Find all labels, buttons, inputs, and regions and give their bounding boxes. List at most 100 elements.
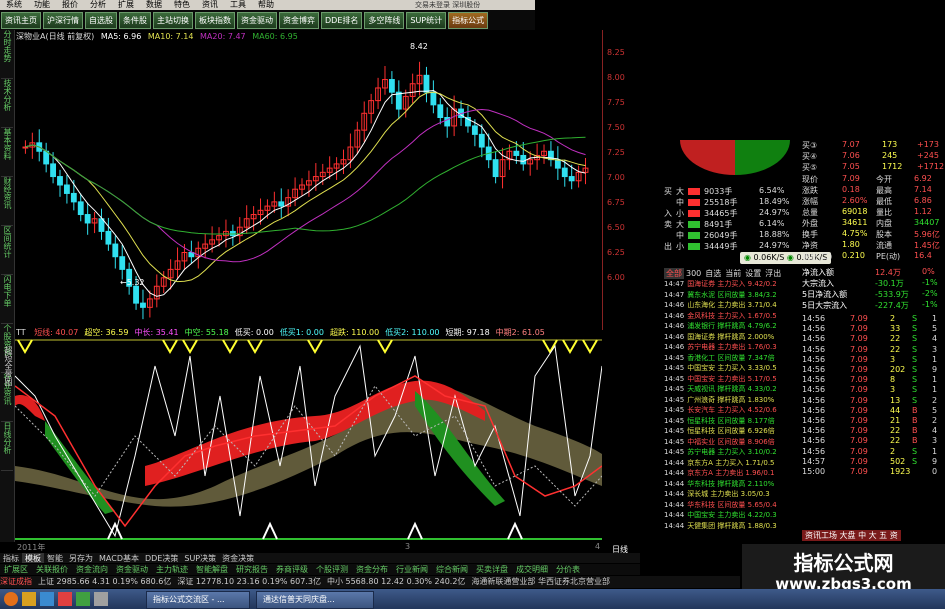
menu-item-4[interactable]: 扩展: [112, 0, 140, 10]
flow-pie-chart: [680, 140, 790, 175]
nav-tab-11[interactable]: 综合新闻: [432, 564, 472, 575]
indicator-chart[interactable]: [15, 336, 602, 542]
trade-time: 14:47: [664, 290, 685, 299]
candle-body: [70, 192, 77, 203]
tick-vol: 202: [890, 365, 906, 374]
trade-time: 14:46: [664, 332, 685, 341]
trade-text: 华东科技 区间放量 5.65/0.4: [687, 500, 777, 509]
misc-icon[interactable]: [94, 592, 108, 606]
toolbar-tab-11[interactable]: 指标公式: [448, 12, 489, 29]
toolbar-tab-7[interactable]: 资金博弈: [279, 12, 319, 29]
right-tab-3[interactable]: 当前: [723, 268, 743, 279]
left-tab-8[interactable]: 日线分析: [1, 422, 13, 471]
menu-item-1[interactable]: 功能: [28, 0, 56, 10]
nav-tab-14[interactable]: 分价表: [552, 564, 584, 575]
bottom-tab-6[interactable]: SUP决策: [181, 553, 219, 563]
nav-tab-6[interactable]: 研究报告: [232, 564, 272, 575]
bottom-tab-5[interactable]: DDE决策: [142, 553, 181, 563]
trade-text: 苏宁电器 主力买入 3.10/0.2: [687, 448, 777, 456]
left-tab-0[interactable]: 分时走势: [1, 30, 13, 79]
extension-nav-tabs: 扩展区 关联报价 资金流向 资金驱动 主力轨迹 智能解盘 研究报告 券商评级 个股评测 资金分布行…: [0, 564, 640, 575]
app-icon[interactable]: [58, 592, 72, 606]
bottom-tab-0[interactable]: 指标: [0, 553, 22, 563]
bottom-tab-2[interactable]: 智能: [44, 553, 66, 563]
browser-icon[interactable]: [40, 592, 54, 606]
nav-tab-3[interactable]: 资金驱动: [112, 564, 152, 575]
toolbar-tab-3[interactable]: 条件股: [119, 12, 151, 29]
chat-icon[interactable]: [76, 592, 90, 606]
big-order-side: 出: [664, 242, 672, 251]
big-order-pct: 18.49%: [759, 197, 790, 206]
toolbar-tab-6[interactable]: 资金驱动: [237, 12, 277, 29]
left-tab-2[interactable]: 基本资料: [1, 128, 13, 177]
right-tab-5[interactable]: 浮出: [763, 268, 783, 279]
nav-tab-5[interactable]: 智能解盘: [192, 564, 232, 575]
big-order-bar: [688, 210, 700, 217]
nav-tab-9[interactable]: 资金分布: [352, 564, 392, 575]
right-bottom-tabs[interactable]: 资讯工场 大盘 中 大 五 资: [802, 530, 901, 541]
nav-tab-1[interactable]: 关联报价: [32, 564, 72, 575]
menu-item-6[interactable]: 特色: [168, 0, 196, 10]
right-tab-0[interactable]: 全部: [664, 268, 684, 279]
quote-value-1: 2.60%: [842, 196, 868, 205]
toolbar-tab-9[interactable]: 多空阵线: [364, 12, 405, 29]
order-vol: 1712: [882, 162, 903, 171]
bottom-tab-7[interactable]: 资金决策: [219, 553, 257, 563]
trade-row: 14:44 京东方A 主力卖出 1.96/0.1: [664, 468, 800, 479]
start-icon[interactable]: [4, 592, 18, 606]
trade-time: 14:44: [664, 500, 685, 509]
folder-icon[interactable]: [22, 592, 36, 606]
tick-bs: S: [912, 456, 918, 466]
menu-item-2[interactable]: 报价: [56, 0, 84, 10]
toolbar-tab-2[interactable]: 自选股: [85, 12, 117, 29]
menu-item-9[interactable]: 帮助: [252, 0, 280, 10]
quote-value-2: 5.96亿: [914, 230, 940, 239]
tick-time: 14:56: [802, 395, 826, 405]
left-tab-5[interactable]: 闪电下单: [1, 275, 13, 324]
nav-tab-2[interactable]: 资金流向: [72, 564, 112, 575]
nav-tab-10[interactable]: 行业新闻: [392, 564, 432, 575]
quote-label-2: 股本: [876, 230, 892, 239]
trade-row: 14:45 香港化工 区间放量 7.347倍: [664, 353, 800, 364]
nav-tab-13[interactable]: 成交明细: [512, 564, 552, 575]
nav-tab-8[interactable]: 个股评测: [312, 564, 352, 575]
menu-item-3[interactable]: 分析: [84, 0, 112, 10]
nav-tab-0[interactable]: 扩展区: [0, 564, 32, 575]
right-tab-4[interactable]: 设置: [743, 268, 763, 279]
toolbar-tab-4[interactable]: 主站切换: [153, 12, 193, 29]
menu-item-5[interactable]: 数据: [140, 0, 168, 10]
flow-pct: -1%: [922, 278, 938, 287]
nav-tab-4[interactable]: 主力轨迹: [152, 564, 192, 575]
order-price: 7.06: [842, 151, 860, 160]
taskbar-item-tdx[interactable]: 通达信普天同庆盘...: [256, 591, 374, 609]
brand-name: 指标公式网: [793, 551, 894, 575]
toolbar-tab-0[interactable]: 资讯主页: [1, 12, 41, 29]
kline-chart[interactable]: [15, 40, 602, 330]
bottom-tab-4[interactable]: MACD基本: [96, 553, 142, 563]
order-vol: 173: [882, 140, 898, 149]
menu-item-0[interactable]: 系统: [0, 0, 28, 10]
left-tab-1[interactable]: 技术分析: [1, 79, 13, 128]
bottom-tab-3[interactable]: 另存为: [66, 553, 96, 563]
price-tick: 6.00: [607, 273, 625, 282]
menu-item-7[interactable]: 资讯: [196, 0, 224, 10]
toolbar-tab-5[interactable]: 板块指数: [195, 12, 235, 29]
tick-time: 14:56: [802, 324, 826, 334]
trade-text: 深长城 主力卖出 3.05/0.3: [687, 490, 770, 498]
nav-tab-12[interactable]: 买卖详盘: [472, 564, 512, 575]
toolbar-tab-1[interactable]: 沪深行情: [43, 12, 83, 29]
toolbar-tab-8[interactable]: DDE排名: [321, 12, 363, 29]
tick-vol: 22: [890, 436, 901, 446]
flow-label: 净流入额: [802, 268, 834, 277]
left-tab-3[interactable]: 财经资讯: [1, 177, 13, 226]
right-tab-1[interactable]: 300: [684, 269, 703, 278]
toolbar-tab-10[interactable]: SUP统计: [406, 12, 447, 29]
candle-body: [57, 176, 63, 186]
nav-tab-7[interactable]: 券商评级: [272, 564, 312, 575]
left-tab-4[interactable]: 区间统计: [1, 226, 13, 275]
bottom-tab-1[interactable]: 模板: [22, 553, 44, 563]
taskbar-item-forum[interactable]: 指标公式交流区 - ...: [146, 591, 250, 609]
right-tab-2[interactable]: 自选: [703, 268, 723, 279]
big-order-bar: [688, 221, 700, 228]
menu-item-8[interactable]: 工具: [224, 0, 252, 10]
